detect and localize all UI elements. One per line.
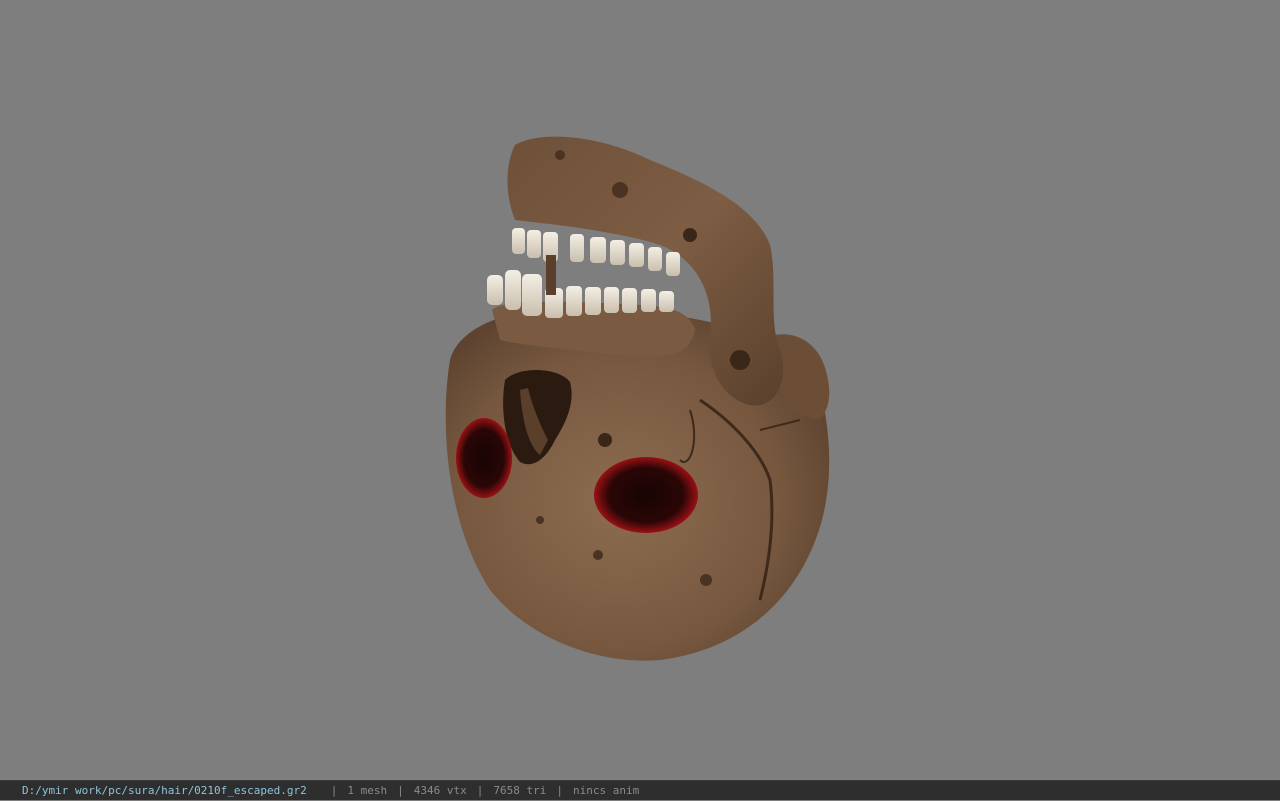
status-separator: | [556,783,563,797]
status-separator: | [397,783,404,797]
triangle-count: 7658 tri [493,783,547,797]
skull-model [445,136,830,661]
file-path: D:/ymir work/pc/sura/hair/0210f_escaped.… [22,783,307,797]
mesh-count: 1 mesh [347,783,388,797]
status-separator: | [330,783,338,797]
status-separator: | [476,783,484,797]
vertex-count: 4346 vtx [413,783,467,797]
jaw-hinge [546,255,556,295]
animation-status: nincs anim [573,783,640,797]
3d-viewport[interactable] [0,0,1280,780]
status-bar: D:/ymir work/pc/sura/hair/0210f_escaped.… [0,780,1280,800]
